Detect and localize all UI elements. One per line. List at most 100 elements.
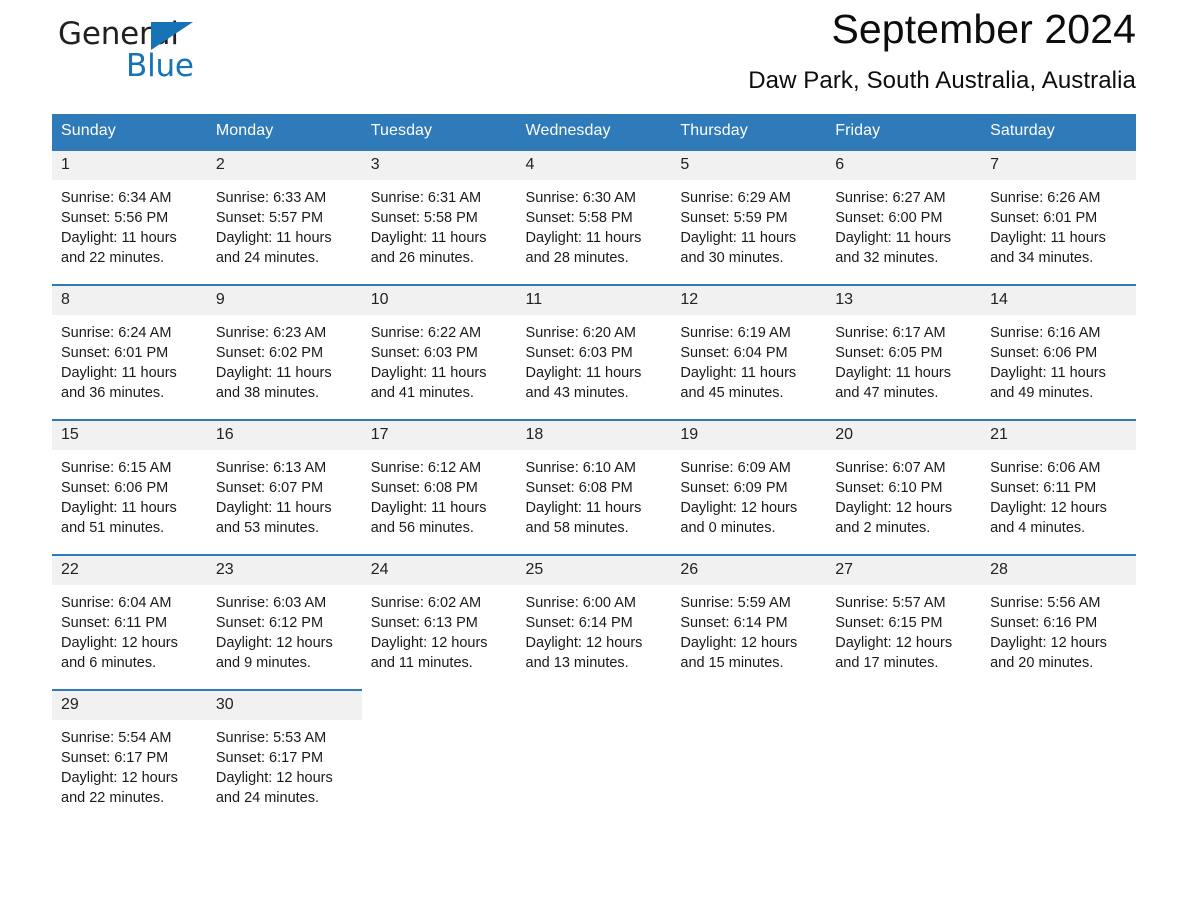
calendar-day-cell[interactable]: 2 Sunrise: 6:33 AM Sunset: 5:57 PM Daylight… (206, 149, 362, 285)
sunrise-text: Sunrise: 6:31 AM (370, 189, 482, 206)
day-details: Sunrise: 6:06 AM Sunset: 6:11 PM Daylight:… (981, 450, 1136, 538)
calendar-day-cell[interactable]: 13 Sunrise: 6:17 AM Sunset: 6:05 PM Dayligh… (826, 284, 982, 420)
daylight-text-line2: and 43 minutes. (525, 384, 629, 401)
sunset-text: Sunset: 6:12 PM (215, 614, 324, 631)
sunrise-sunset-calendar: Sunday Monday Tuesday Wednesday Thursday… (52, 114, 1136, 825)
sunset-text: Sunset: 6:16 PM (990, 614, 1098, 631)
daylight-text-line2: and 4 minutes. (990, 519, 1086, 536)
calendar-day-cell[interactable]: 21 Sunrise: 6:06 AM Sunset: 6:11 PM Dayligh… (981, 419, 1136, 555)
weekday-header-saturday: Saturday (981, 114, 1136, 150)
daylight-text-line2: and 11 minutes. (370, 654, 473, 671)
sunrise-text: Sunrise: 6:06 AM (990, 459, 1101, 476)
daylight-text-line1: Daylight: 12 hours (370, 634, 488, 651)
daylight-text-line1: Daylight: 12 hours (990, 634, 1107, 651)
calendar-day-cell[interactable]: 24 Sunrise: 6:02 AM Sunset: 6:13 PM Dayligh… (361, 554, 517, 690)
day-details: Sunrise: 6:30 AM Sunset: 5:58 PM Daylight:… (517, 180, 672, 268)
daylight-text-line1: Daylight: 12 hours (835, 634, 953, 651)
daylight-text-line1: Daylight: 11 hours (835, 364, 952, 381)
calendar-day-cell[interactable]: 3 Sunrise: 6:31 AM Sunset: 5:58 PM Daylight… (361, 149, 517, 285)
daylight-text-line1: Daylight: 12 hours (215, 769, 333, 786)
calendar-day-cell[interactable]: 16 Sunrise: 6:13 AM Sunset: 6:07 PM Dayligh… (206, 419, 362, 555)
calendar-day-cell[interactable]: 28 Sunrise: 5:56 AM Sunset: 6:16 PM Dayligh… (981, 554, 1136, 690)
day-number: 16 (206, 421, 362, 450)
calendar-day-cell[interactable]: 12 Sunrise: 6:19 AM Sunset: 6:04 PM Dayligh… (671, 284, 827, 420)
day-details: Sunrise: 6:17 AM Sunset: 6:05 PM Daylight:… (826, 315, 981, 403)
sunset-text: Sunset: 6:13 PM (370, 614, 478, 631)
sunrise-text: Sunrise: 6:17 AM (835, 324, 946, 341)
sunrise-text: Sunrise: 6:16 AM (990, 324, 1101, 341)
daylight-text-line1: Daylight: 12 hours (680, 634, 798, 651)
daylight-text-line1: Daylight: 11 hours (61, 229, 177, 246)
calendar-day-cell[interactable]: 26 Sunrise: 5:59 AM Sunset: 6:14 PM Dayligh… (671, 554, 827, 690)
calendar-day-cell[interactable]: 23 Sunrise: 6:03 AM Sunset: 6:12 PM Dayligh… (206, 554, 362, 690)
calendar-day-cell[interactable]: 17 Sunrise: 6:12 AM Sunset: 6:08 PM Dayligh… (361, 419, 517, 555)
calendar-day-cell[interactable]: 30 Sunrise: 5:53 AM Sunset: 6:17 PM Dayligh… (206, 689, 362, 825)
day-details: Sunrise: 6:22 AM Sunset: 6:03 PM Daylight:… (362, 315, 517, 403)
sunset-text: Sunset: 6:02 PM (215, 344, 324, 361)
title-block: September 2024 Daw Park, South Australia… (748, 0, 1136, 95)
calendar-empty-cell (981, 690, 1136, 825)
day-number: 15 (52, 421, 207, 450)
calendar-day-cell[interactable]: 11 Sunrise: 6:20 AM Sunset: 6:03 PM Dayligh… (516, 284, 672, 420)
calendar-day-cell[interactable]: 10 Sunrise: 6:22 AM Sunset: 6:03 PM Dayligh… (361, 284, 517, 420)
calendar-day-cell[interactable]: 6 Sunrise: 6:27 AM Sunset: 6:00 PM Daylight… (826, 149, 982, 285)
calendar-day-cell[interactable]: 7 Sunrise: 6:26 AM Sunset: 6:01 PM Daylight… (981, 149, 1136, 285)
sunset-text: Sunset: 6:01 PM (990, 209, 1098, 226)
calendar-day-cell[interactable]: 22 Sunrise: 6:04 AM Sunset: 6:11 PM Dayligh… (52, 554, 207, 690)
day-number: 5 (671, 151, 827, 180)
sunset-text: Sunset: 6:17 PM (61, 749, 169, 766)
day-number: 17 (361, 421, 517, 450)
calendar-day-cell[interactable]: 9 Sunrise: 6:23 AM Sunset: 6:02 PM Daylight… (206, 284, 362, 420)
sunset-text: Sunset: 6:01 PM (61, 344, 169, 361)
day-number: 1 (52, 151, 207, 180)
day-number: 23 (206, 556, 362, 585)
calendar-day-cell[interactable]: 19 Sunrise: 6:09 AM Sunset: 6:09 PM Dayligh… (671, 419, 827, 555)
daylight-text-line1: Daylight: 11 hours (525, 364, 642, 381)
daylight-text-line1: Daylight: 12 hours (525, 634, 643, 651)
calendar-day-cell[interactable]: 29 Sunrise: 5:54 AM Sunset: 6:17 PM Dayligh… (52, 689, 207, 825)
day-number: 20 (826, 421, 982, 450)
calendar-day-cell[interactable]: 25 Sunrise: 6:00 AM Sunset: 6:14 PM Dayligh… (516, 554, 672, 690)
daylight-text-line2: and 24 minutes. (215, 249, 320, 266)
calendar-day-cell[interactable]: 27 Sunrise: 5:57 AM Sunset: 6:15 PM Dayligh… (826, 554, 982, 690)
sunset-text: Sunset: 5:57 PM (215, 209, 324, 226)
sunrise-text: Sunrise: 6:02 AM (370, 594, 482, 611)
calendar-week-row: 22 Sunrise: 6:04 AM Sunset: 6:11 PM Dayligh… (52, 554, 1136, 690)
day-number: 27 (826, 556, 982, 585)
sunset-text: Sunset: 6:17 PM (215, 749, 324, 766)
calendar-week-row: 1 Sunrise: 6:34 AM Sunset: 5:56 PM Daylight… (52, 149, 1136, 285)
generalblue-logo[interactable]: General Blue (52, 10, 312, 96)
day-number: 19 (671, 421, 827, 450)
calendar-day-cell[interactable]: 18 Sunrise: 6:10 AM Sunset: 6:08 PM Dayligh… (516, 419, 672, 555)
daylight-text-line2: and 15 minutes. (680, 654, 784, 671)
day-number: 12 (671, 286, 827, 315)
daylight-text-line2: and 32 minutes. (835, 249, 939, 266)
day-number: 7 (981, 151, 1136, 180)
day-number: 30 (206, 691, 362, 720)
calendar-day-cell[interactable]: 4 Sunrise: 6:30 AM Sunset: 5:58 PM Daylight… (516, 149, 672, 285)
page-header: General Blue September 2024 Daw Park, So… (52, 0, 1136, 110)
daylight-text-line2: and 38 minutes. (215, 384, 320, 401)
calendar-week-row: 29 Sunrise: 5:54 AM Sunset: 6:17 PM Dayligh… (52, 689, 1136, 825)
day-number: 2 (206, 151, 362, 180)
calendar-day-cell[interactable]: 14 Sunrise: 6:16 AM Sunset: 6:06 PM Dayligh… (981, 284, 1136, 420)
calendar-day-cell[interactable]: 5 Sunrise: 6:29 AM Sunset: 5:59 PM Daylight… (671, 149, 827, 285)
calendar-day-cell[interactable]: 1 Sunrise: 6:34 AM Sunset: 5:56 PM Daylight… (52, 149, 207, 285)
calendar-day-cell[interactable]: 15 Sunrise: 6:15 AM Sunset: 6:06 PM Dayligh… (52, 419, 207, 555)
sunset-text: Sunset: 5:58 PM (525, 209, 633, 226)
sunrise-text: Sunrise: 6:34 AM (61, 189, 172, 206)
sunrise-text: Sunrise: 6:03 AM (215, 594, 327, 611)
weekday-header-tuesday: Tuesday (361, 114, 517, 150)
sunrise-text: Sunrise: 6:10 AM (525, 459, 636, 476)
sunrise-text: Sunrise: 5:57 AM (835, 594, 946, 611)
day-details: Sunrise: 6:15 AM Sunset: 6:06 PM Daylight:… (52, 450, 207, 538)
sunrise-text: Sunrise: 6:24 AM (61, 324, 172, 341)
calendar-day-cell[interactable]: 8 Sunrise: 6:24 AM Sunset: 6:01 PM Daylight… (52, 284, 207, 420)
day-details: Sunrise: 6:20 AM Sunset: 6:03 PM Daylight:… (517, 315, 672, 403)
calendar-day-cell[interactable]: 20 Sunrise: 6:07 AM Sunset: 6:10 PM Dayligh… (826, 419, 982, 555)
daylight-text-line1: Daylight: 11 hours (61, 499, 177, 516)
daylight-text-line1: Daylight: 12 hours (680, 499, 798, 516)
calendar-week-row: 15 Sunrise: 6:15 AM Sunset: 6:06 PM Dayligh… (52, 419, 1136, 555)
day-details: Sunrise: 6:00 AM Sunset: 6:14 PM Daylight:… (517, 585, 672, 673)
daylight-text-line2: and 24 minutes. (215, 789, 320, 806)
